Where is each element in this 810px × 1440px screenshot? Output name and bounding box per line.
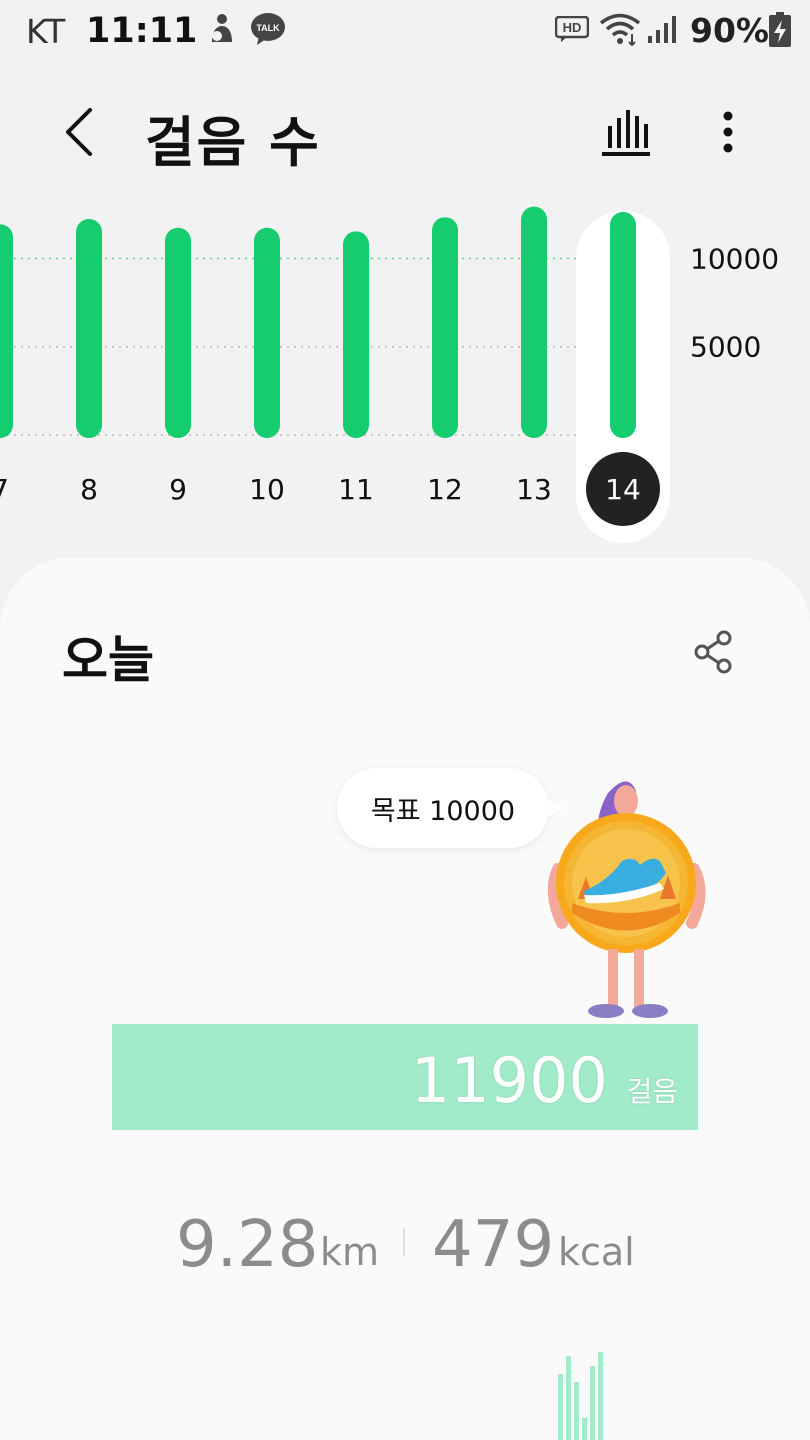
hd-icon: HD: [555, 16, 589, 42]
share-icon[interactable]: [690, 628, 738, 676]
stats-divider: [403, 1228, 405, 1256]
signal-icon: [648, 16, 676, 43]
app-header: 걸음 수: [0, 70, 810, 200]
bar-chart-icon[interactable]: [596, 104, 656, 160]
kakaotalk-icon: TALK: [251, 13, 285, 45]
sneaker-badge-icon: [548, 781, 706, 1018]
goal-bubble: 목표 10000: [337, 768, 563, 848]
steps-progress-bar: 11900 걸음: [112, 1024, 698, 1130]
hd-label: HD: [563, 20, 582, 35]
day-label-10[interactable]: 10: [249, 473, 285, 506]
battery-percent: 90%: [690, 11, 769, 50]
status-bar: KT 11:11 TALK HD 90%: [0, 0, 810, 64]
day-label-13[interactable]: 13: [516, 473, 552, 506]
day-label-7[interactable]: 7: [0, 473, 9, 506]
distance-unit: km: [320, 1230, 380, 1274]
steps-unit: 걸음: [626, 1075, 678, 1108]
y-tick-label: 10000: [690, 242, 779, 275]
day-label-8[interactable]: 8: [80, 473, 98, 506]
activity-mini-chart: [558, 1352, 603, 1440]
steps-count: 11900: [410, 1044, 608, 1117]
day-label-14[interactable]: 14: [605, 473, 641, 506]
stats-row: 9.28 km 479 kcal: [0, 1208, 810, 1288]
page-title: 걸음 수: [145, 111, 321, 174]
steps-chart[interactable]: 7 8 9 10 11 12 13 14 10000 5000: [0, 205, 810, 550]
kakaotalk-label: TALK: [256, 23, 280, 33]
day-label-12[interactable]: 12: [427, 473, 463, 506]
calories-value: 479: [432, 1208, 555, 1282]
carrier-label: KT: [26, 12, 66, 51]
today-title: 오늘: [62, 631, 154, 689]
calories-unit: kcal: [558, 1230, 635, 1274]
today-card: 오늘 목표 10000 11900 걸음 9.28 km 479 kcal: [0, 558, 810, 1440]
y-tick-label: 5000: [690, 331, 761, 364]
wifi-icon: [599, 13, 641, 46]
goal-label: 목표 10000: [370, 795, 516, 827]
back-icon[interactable]: [52, 100, 108, 164]
notification-icon: [212, 14, 232, 42]
distance-value: 9.28: [176, 1208, 319, 1282]
clock: 11:11: [86, 11, 198, 51]
more-vertical-icon[interactable]: [708, 104, 748, 160]
battery-charging-icon: [769, 12, 791, 47]
day-label-11[interactable]: 11: [338, 473, 374, 506]
day-label-9[interactable]: 9: [169, 473, 187, 506]
